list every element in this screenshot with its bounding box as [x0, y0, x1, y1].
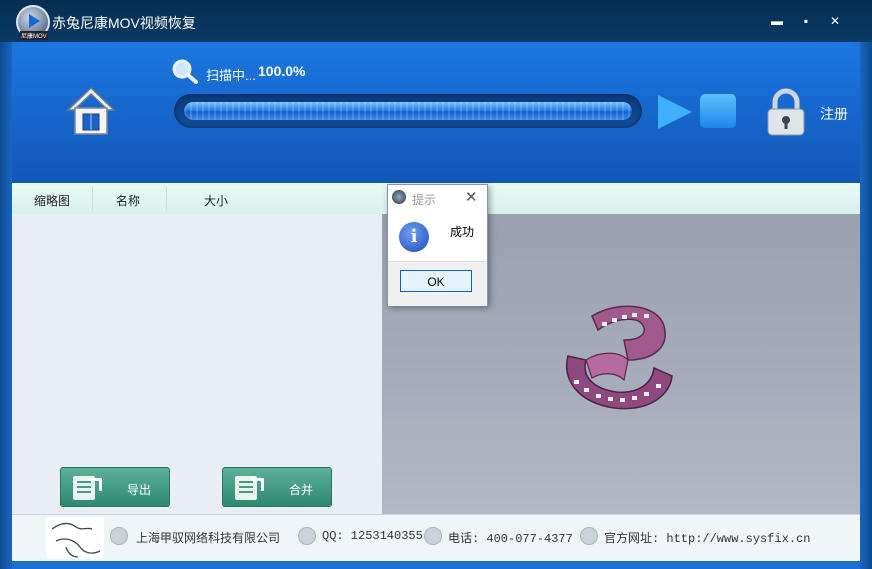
- lock-icon[interactable]: [766, 88, 806, 136]
- website-link[interactable]: 官方网址: http://www.sysfix.cn: [604, 529, 810, 546]
- file-list-pane[interactable]: 导出 合并: [12, 214, 382, 514]
- qq-number: QQ: 1253140355: [322, 529, 423, 543]
- play-icon[interactable]: [658, 95, 692, 129]
- export-arrow-icon: [89, 478, 102, 491]
- scan-percent: 100.0%: [258, 63, 306, 79]
- dialog-close-button[interactable]: ✕: [465, 188, 478, 206]
- dialog-title-bar: 提示 ✕: [388, 185, 487, 209]
- export-label: 导出: [127, 483, 152, 497]
- progress-fill: [184, 102, 632, 120]
- phone-number: 电话: 400-077-4377: [448, 532, 573, 546]
- search-icon: [172, 59, 198, 84]
- minimize-button[interactable]: ▬: [768, 12, 786, 30]
- company-icon: [110, 527, 128, 545]
- dialog-message: 成功: [450, 225, 475, 239]
- column-divider: [166, 187, 167, 211]
- dialog-title: 提示: [412, 193, 437, 207]
- window-edge-left: [0, 42, 12, 569]
- phone-icon: [424, 527, 442, 545]
- merge-button[interactable]: 合并: [222, 467, 332, 507]
- title-bar: 尼康MOV 赤兔尼康MOV视频恢复 ▬ ▪ ✕: [0, 0, 872, 42]
- close-button[interactable]: ✕: [826, 12, 844, 30]
- scan-label: 扫描中...: [206, 68, 256, 83]
- app-title: 赤兔尼康MOV视频恢复: [52, 15, 196, 31]
- merge-label: 合并: [289, 483, 314, 497]
- app-window: 尼康MOV 赤兔尼康MOV视频恢复 ▬ ▪ ✕ 扫描中... 100.0% 注册…: [0, 0, 872, 569]
- qq-icon: [298, 527, 316, 545]
- column-thumbnail[interactable]: 缩略图: [34, 192, 70, 209]
- dialog-footer: OK: [388, 261, 487, 306]
- merge-arrow-icon: [251, 478, 264, 491]
- dialog-app-icon: [392, 190, 406, 204]
- company-name: 上海甲驭网络科技有限公司: [136, 531, 281, 545]
- stop-icon[interactable]: [700, 94, 736, 128]
- progress-track: [184, 102, 632, 120]
- progress-bar: [174, 94, 642, 128]
- home-icon[interactable]: [64, 84, 118, 138]
- message-dialog: 提示 ✕ i 成功 OK: [387, 184, 488, 306]
- dialog-body: i 成功: [388, 209, 487, 261]
- horse-logo-icon: [46, 517, 104, 559]
- window-edge-right: [860, 42, 872, 569]
- ok-button[interactable]: OK: [400, 270, 472, 292]
- toolbar-header: 扫描中... 100.0% 注册: [12, 42, 860, 183]
- footer-bar: 上海甲驭网络科技有限公司 QQ: 1253140355 电话: 400-077-…: [12, 514, 860, 561]
- column-name[interactable]: 名称: [116, 192, 140, 209]
- film-reel-icon: [566, 305, 673, 410]
- column-size[interactable]: 大小: [204, 192, 228, 209]
- column-divider: [92, 187, 93, 211]
- export-button[interactable]: 导出: [60, 467, 170, 507]
- app-logo-icon: 尼康MOV: [16, 5, 50, 40]
- register-button[interactable]: 注册: [820, 104, 848, 124]
- logo-tag: 尼康MOV: [20, 31, 48, 40]
- globe-icon: [580, 527, 598, 545]
- maximize-button[interactable]: ▪: [797, 12, 815, 30]
- info-icon: i: [399, 222, 429, 252]
